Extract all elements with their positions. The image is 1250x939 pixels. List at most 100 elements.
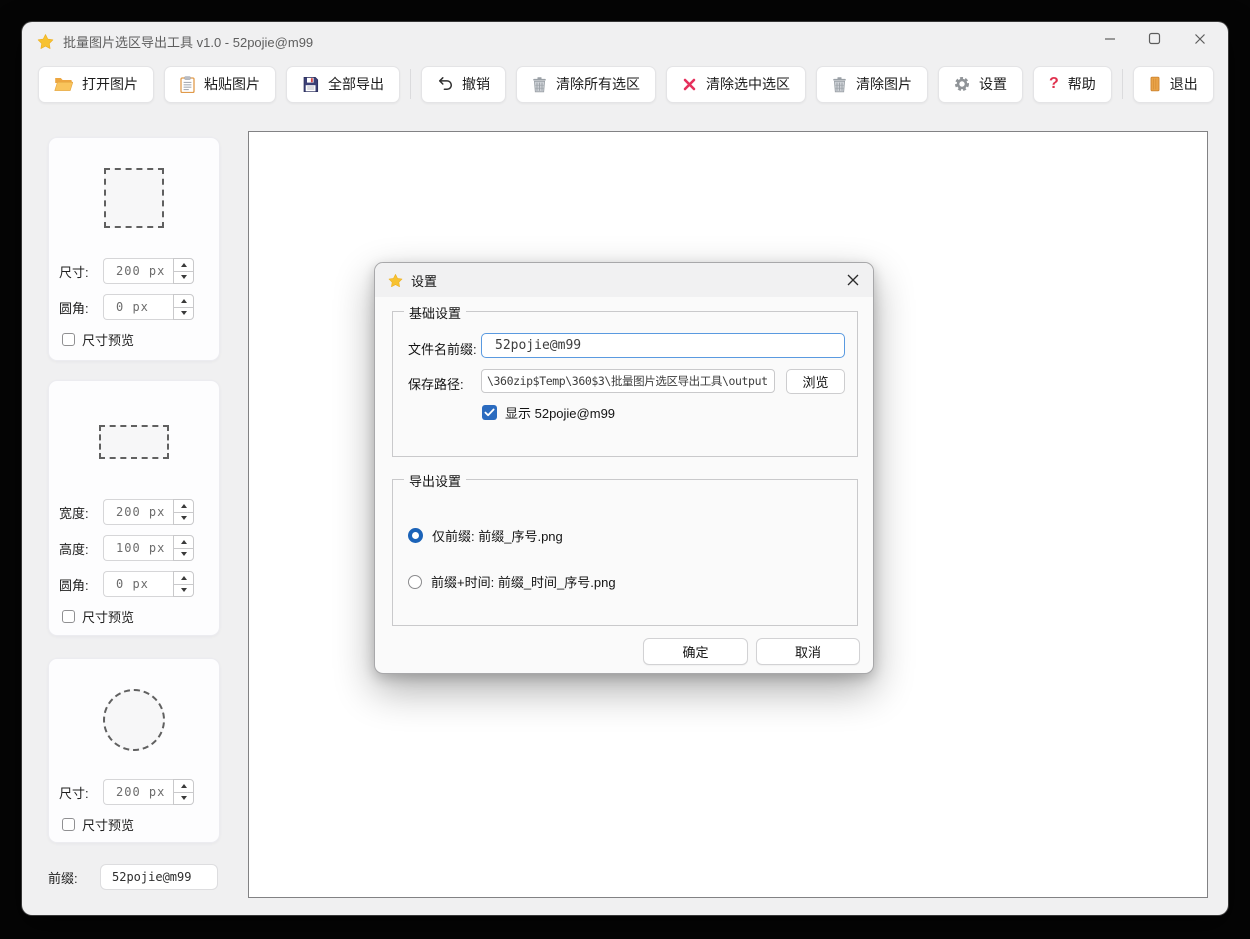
- stepper-up-button[interactable]: [174, 572, 193, 584]
- arrow-down-icon: [181, 588, 187, 592]
- checkbox-unchecked-icon[interactable]: [62, 333, 75, 346]
- rect-size-preview-label: 尺寸预览: [82, 607, 134, 626]
- rect-width-label: 宽度:: [59, 503, 103, 522]
- stepper-down-button[interactable]: [174, 512, 193, 525]
- radio-prefix-only[interactable]: 仅前缀: 前缀_序号.png: [408, 526, 563, 545]
- rect-width-input[interactable]: [103, 499, 173, 525]
- app-star-icon: [37, 33, 54, 50]
- arrow-up-icon: [181, 576, 187, 580]
- rect-radius-input[interactable]: [103, 571, 173, 597]
- clear-selected-selection-button[interactable]: 清除选中选区: [666, 66, 806, 103]
- square-selection-panel: 尺寸: 圆角:: [48, 137, 220, 361]
- rect-width-stepper[interactable]: [173, 499, 194, 525]
- export-all-button[interactable]: 全部导出: [286, 66, 400, 103]
- filename-prefix-label: 文件名前缀:: [408, 339, 477, 358]
- open-image-button[interactable]: 打开图片: [38, 66, 154, 103]
- minimize-button[interactable]: [1087, 22, 1132, 60]
- stepper-up-button[interactable]: [174, 780, 193, 792]
- square-size-label: 尺寸:: [59, 262, 103, 281]
- dialog-titlebar: 设置: [375, 263, 873, 297]
- dialog-close-button[interactable]: [846, 273, 860, 287]
- circle-size-input[interactable]: [103, 779, 173, 805]
- settings-label: 设置: [979, 74, 1007, 94]
- stepper-up-button[interactable]: [174, 500, 193, 512]
- settings-button[interactable]: 设置: [938, 66, 1023, 103]
- cancel-button[interactable]: 取消: [756, 638, 860, 665]
- arrow-down-icon: [181, 311, 187, 315]
- rect-radius-label: 圆角:: [59, 575, 103, 594]
- open-image-label: 打开图片: [82, 74, 138, 94]
- circle-size-label: 尺寸:: [59, 783, 103, 802]
- arrow-up-icon: [181, 299, 187, 303]
- help-label: 帮助: [1068, 74, 1096, 94]
- radio-unselected-icon[interactable]: [408, 575, 422, 589]
- radio-prefix-only-label: 仅前缀: 前缀_序号.png: [432, 526, 563, 545]
- trash-icon: [532, 76, 547, 93]
- rect-height-input[interactable]: [103, 535, 173, 561]
- stepper-down-button[interactable]: [174, 584, 193, 597]
- help-button[interactable]: ? 帮助: [1033, 66, 1112, 103]
- browse-button[interactable]: 浏览: [786, 369, 845, 394]
- stepper-up-button[interactable]: [174, 536, 193, 548]
- minimize-icon: [1104, 32, 1116, 50]
- filename-prefix-input[interactable]: [481, 333, 845, 358]
- rect-size-preview-checkbox[interactable]: 尺寸预览: [62, 607, 219, 626]
- clipboard-icon: [180, 76, 195, 93]
- rect-radius-stepper[interactable]: [173, 571, 194, 597]
- ok-button[interactable]: 确定: [643, 638, 748, 665]
- circle-size-preview-checkbox[interactable]: 尺寸预览: [62, 815, 219, 834]
- window-title: 批量图片选区导出工具 v1.0 - 52pojie@m99: [63, 32, 313, 51]
- toolbar-divider: [1122, 69, 1123, 99]
- clear-all-selections-button[interactable]: 清除所有选区: [516, 66, 656, 103]
- close-button[interactable]: [1177, 22, 1222, 60]
- exit-label: 退出: [1170, 74, 1198, 94]
- paste-image-button[interactable]: 粘贴图片: [164, 66, 276, 103]
- arrow-down-icon: [181, 275, 187, 279]
- prefix-row: 前缀:: [48, 864, 218, 890]
- circle-size-stepper[interactable]: [173, 779, 194, 805]
- trash-icon: [832, 76, 847, 93]
- maximize-icon: [1148, 32, 1161, 50]
- undo-icon: [437, 76, 453, 92]
- circle-preview: [103, 689, 165, 751]
- undo-button[interactable]: 撤销: [421, 66, 506, 103]
- checkbox-checked-icon[interactable]: [482, 405, 497, 420]
- save-path-input[interactable]: [481, 369, 775, 393]
- exit-button[interactable]: 退出: [1133, 66, 1214, 103]
- prefix-input[interactable]: [100, 864, 218, 890]
- radio-selected-icon[interactable]: [408, 528, 423, 543]
- square-radius-label: 圆角:: [59, 298, 103, 317]
- maximize-button[interactable]: [1132, 22, 1177, 60]
- radio-prefix-time[interactable]: 前缀+时间: 前缀_时间_序号.png: [408, 572, 616, 591]
- stepper-down-button[interactable]: [174, 548, 193, 561]
- stepper-down-button[interactable]: [174, 792, 193, 805]
- show-prefix-checkbox[interactable]: 显示 52pojie@m99: [482, 403, 615, 422]
- square-size-input[interactable]: [103, 258, 173, 284]
- basic-settings-title: 基础设置: [404, 303, 466, 322]
- square-size-stepper[interactable]: [173, 258, 194, 284]
- prefix-label: 前缀:: [48, 868, 100, 887]
- circle-selection-panel: 尺寸: 尺寸预览: [48, 658, 220, 843]
- stepper-up-button[interactable]: [174, 295, 193, 307]
- radio-prefix-time-label: 前缀+时间: 前缀_时间_序号.png: [431, 572, 616, 591]
- rect-height-stepper[interactable]: [173, 535, 194, 561]
- square-size-preview-label: 尺寸预览: [82, 330, 134, 349]
- square-radius-input[interactable]: [103, 294, 173, 320]
- square-size-preview-checkbox[interactable]: 尺寸预览: [62, 330, 219, 349]
- arrow-down-icon: [181, 552, 187, 556]
- door-icon: [1149, 76, 1161, 92]
- undo-label: 撤销: [462, 74, 490, 94]
- checkbox-unchecked-icon[interactable]: [62, 610, 75, 623]
- arrow-up-icon: [181, 784, 187, 788]
- arrow-down-icon: [181, 796, 187, 800]
- stepper-down-button[interactable]: [174, 307, 193, 320]
- export-all-label: 全部导出: [328, 74, 384, 94]
- clear-image-button[interactable]: 清除图片: [816, 66, 928, 103]
- square-radius-stepper[interactable]: [173, 294, 194, 320]
- question-icon: ?: [1049, 76, 1059, 92]
- toolbar-divider: [410, 69, 411, 99]
- stepper-down-button[interactable]: [174, 271, 193, 284]
- arrow-up-icon: [181, 540, 187, 544]
- checkbox-unchecked-icon[interactable]: [62, 818, 75, 831]
- stepper-up-button[interactable]: [174, 259, 193, 271]
